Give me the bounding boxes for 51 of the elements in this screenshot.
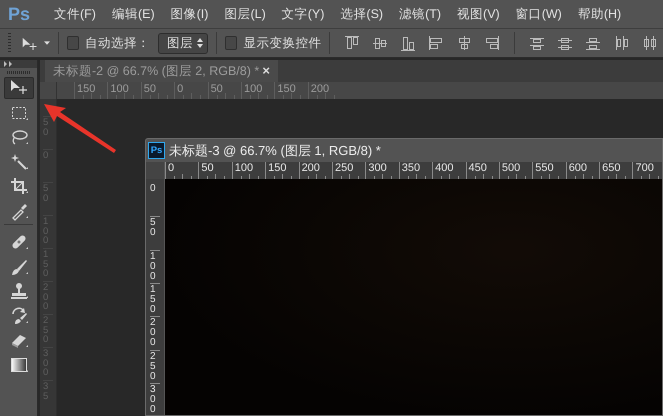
ruler-label: 50 <box>150 216 160 250</box>
ruler-label: 0 <box>165 162 198 179</box>
annotation-arrow <box>44 104 116 153</box>
ruler-label: 100 <box>240 82 274 99</box>
document-icon: Ps <box>148 142 165 159</box>
layer-select[interactable]: 图层 <box>158 32 208 54</box>
close-button[interactable]: × <box>262 61 270 81</box>
menu-item[interactable]: 编辑(E) <box>104 4 163 24</box>
menu-item[interactable]: 图像(I) <box>162 4 216 24</box>
menu-item[interactable]: 视图(V) <box>449 4 508 24</box>
ruler-label: 650 <box>599 162 632 179</box>
menu-item[interactable]: 滤镜(T) <box>391 4 450 24</box>
ruler-label: 150 <box>150 282 160 316</box>
ruler-label: 300 <box>150 383 160 415</box>
app-logo: Ps <box>8 2 32 26</box>
crop-tool-icon <box>8 176 28 196</box>
align-bottom-edges-icon[interactable] <box>400 35 416 51</box>
checkbox[interactable] <box>66 36 79 50</box>
ruler-label: 250 <box>332 162 366 179</box>
align-left-edges-icon[interactable] <box>428 35 444 51</box>
ruler-label: 700 <box>632 162 662 179</box>
distribute-vertical-centers-icon[interactable] <box>556 35 573 51</box>
ruler-label: 250 <box>150 350 160 384</box>
ruler-label: 500 <box>498 162 532 179</box>
stepper-icon <box>197 38 204 48</box>
align-vertical-centers-icon[interactable] <box>372 35 388 51</box>
menu-item[interactable]: 选择(S) <box>332 4 392 24</box>
ruler-label: 0 <box>150 182 157 196</box>
tab-title: 未标题-2 @ 66.7% (图层 2, RGB/8) * <box>53 62 260 80</box>
ruler-label: 200 <box>150 316 160 350</box>
menu-item[interactable]: 帮助(H) <box>570 4 630 24</box>
menu-item[interactable]: 文件(F) <box>46 4 104 24</box>
align-right-edges-icon[interactable] <box>484 35 500 51</box>
window-title: 未标题-3 @ 66.7% (图层 1, RGB/8) * <box>169 142 381 160</box>
distribute-top-edges-icon[interactable] <box>528 35 545 51</box>
caret-icon[interactable] <box>44 40 50 46</box>
checkbox[interactable] <box>224 36 238 50</box>
distribute-bottom-edges-icon[interactable] <box>584 35 601 51</box>
align-top-edges-icon[interactable] <box>344 35 360 51</box>
menu-item[interactable]: 文字(Y) <box>274 4 332 24</box>
stamp-tool-icon <box>8 281 28 301</box>
menu-item[interactable]: 图层(L) <box>216 4 274 24</box>
ruler-label: 100 <box>150 250 160 283</box>
document-tab[interactable]: 未标题-2 @ 66.7% (图层 2, RGB/8) * × <box>45 60 278 82</box>
checkbox-label: 显示变换控件 <box>243 34 322 52</box>
align-horizontal-centers-icon[interactable] <box>456 35 472 51</box>
ruler-label: 150 <box>74 82 108 99</box>
menu-item[interactable]: 窗口(W) <box>508 4 570 24</box>
collapse-icon[interactable] <box>4 61 14 67</box>
checkbox-label: 自动选择： <box>84 34 150 52</box>
tool-button[interactable] <box>4 77 34 99</box>
